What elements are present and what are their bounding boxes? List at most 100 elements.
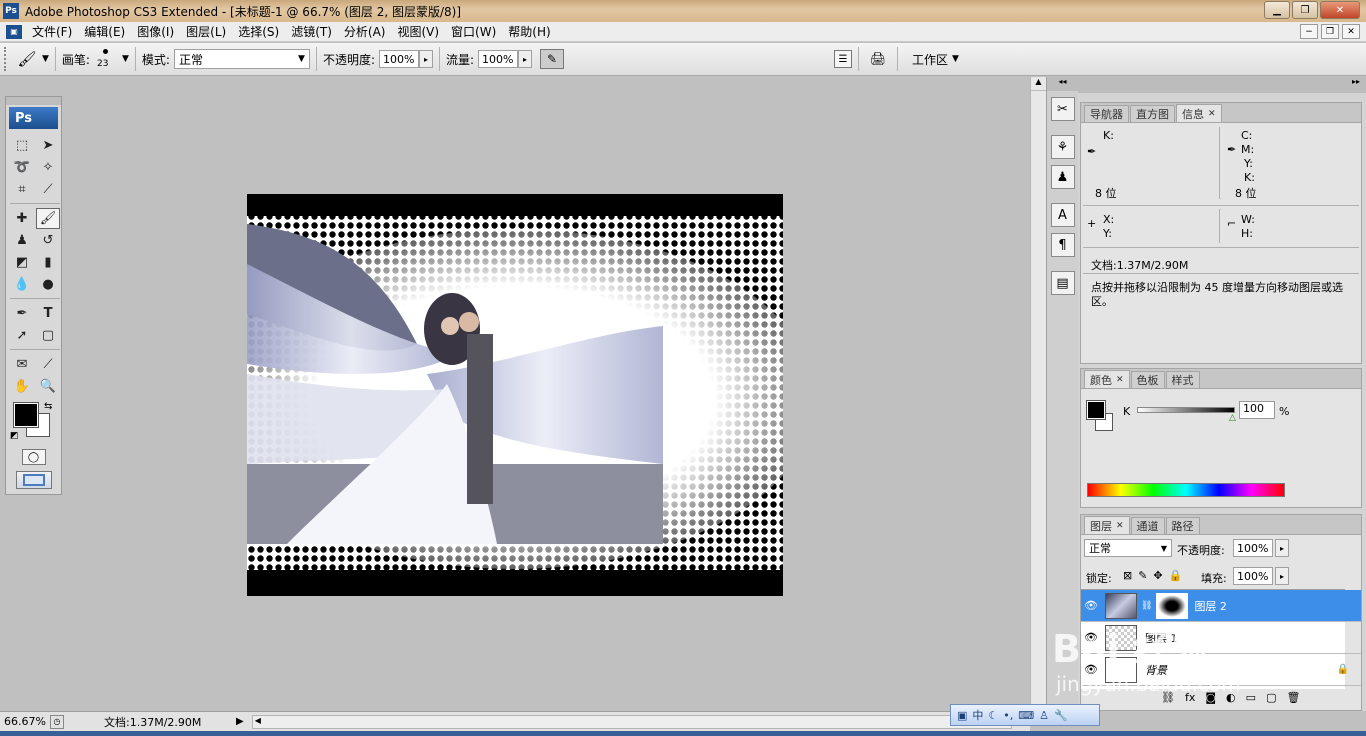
swap-colors-icon[interactable]: ⇆ [44,401,52,412]
brush-icon[interactable]: 🖌 [36,208,60,229]
brushes-icon[interactable]: ⚘ [1050,135,1075,159]
layer-comps-icon[interactable]: ▤ [1050,271,1075,295]
toolbox-header[interactable] [6,97,61,105]
layer-opacity-slider-button[interactable]: ▸ [1275,539,1289,557]
doc-minimize-button[interactable]: − [1300,24,1318,39]
opacity-input[interactable]: 100% [378,50,419,68]
lasso-icon[interactable]: ➰ [10,157,34,178]
tab-styles[interactable]: 样式 [1165,371,1200,388]
shape-icon[interactable]: ▢ [36,325,60,346]
menu-file[interactable]: 文件(F) [26,23,78,40]
tab-paths[interactable]: 路径 [1165,517,1200,534]
palette-well-icon[interactable]: ☰ [834,50,853,68]
pen-icon[interactable]: ✒ [10,303,34,324]
eye-icon[interactable]: 👁 [1081,599,1101,612]
new-group-icon[interactable]: ▭ [1246,691,1256,704]
doc-restore-button[interactable]: ❐ [1321,24,1339,39]
menu-edit[interactable]: 编辑(E) [78,23,131,40]
maximize-button[interactable]: ❐ [1292,1,1318,19]
healing-icon[interactable]: ✚ [10,208,34,229]
menu-window[interactable]: 窗口(W) [445,23,502,40]
tab-info[interactable]: 信息 ✕ [1176,104,1222,122]
dock-collapse-icon[interactable]: ◂◂ [1047,77,1078,91]
clone-stamp-icon[interactable]: ♟ [10,230,34,251]
brush-picker[interactable]: 23 [94,46,120,72]
options-grip[interactable] [4,47,12,71]
k-value-input[interactable]: 100 [1239,401,1275,419]
paragraph-icon[interactable]: ¶ [1050,233,1075,257]
marquee-icon[interactable]: ⬚ [10,135,34,156]
horizontal-scrollbar[interactable]: ◀ [251,714,1012,729]
lock-icons[interactable]: ⊠✎✥🔒 [1123,569,1188,582]
tool-preset-brush-icon[interactable]: 🖌 [12,50,42,68]
type-icon[interactable]: T [36,303,60,324]
wrench-icon[interactable]: 🔧 [1054,709,1068,722]
tab-histogram[interactable]: 直方图 [1130,105,1175,122]
magic-wand-icon[interactable]: ✧ [36,157,60,178]
menu-select[interactable]: 选择(S) [232,23,285,40]
menu-filter[interactable]: 滤镜(T) [285,23,338,40]
hand-icon[interactable]: ✋ [10,376,34,397]
mode-select[interactable]: 正常 ▼ [173,49,310,69]
scroll-up-icon[interactable]: ▲ [1031,77,1046,91]
clone-source-icon[interactable]: ♟ [1050,165,1075,189]
tool-presets-icon[interactable]: ✂ [1050,97,1075,121]
toolbox-logo[interactable]: Ps [9,107,58,129]
k-slider-track[interactable] [1137,407,1235,413]
ime-logo-icon[interactable]: ▣ [957,709,967,722]
moon-icon[interactable]: ☾ [988,709,998,722]
menu-help[interactable]: 帮助(H) [502,23,556,40]
opacity-slider-button[interactable]: ▸ [418,50,433,68]
menu-view[interactable]: 视图(V) [391,23,445,40]
foreground-color-swatch[interactable] [13,402,39,428]
user-icon[interactable]: ♙ [1039,709,1049,722]
punctuation-icon[interactable]: •, [1003,709,1013,722]
preset-dropdown-icon[interactable]: ▼ [42,54,49,64]
delete-layer-icon[interactable]: 🗑 [1286,691,1300,704]
flow-input[interactable]: 100% [478,50,519,68]
vertical-scrollbar[interactable]: ▲ [1030,77,1046,711]
zoom-icon[interactable]: 🔍 [36,376,60,397]
brush-dropdown-icon[interactable]: ▼ [122,54,129,64]
menu-layer[interactable]: 图层(L) [180,23,232,40]
chain-link-icon[interactable]: ⛓ [1141,601,1152,611]
screen-mode-icon[interactable] [15,471,52,489]
character-icon[interactable]: A [1050,203,1075,227]
document-icon[interactable]: ▣ [6,24,22,39]
menu-analysis[interactable]: 分析(A) [338,23,392,40]
airbrush-icon[interactable]: ✎ [540,49,565,69]
history-brush-icon[interactable]: ↺ [36,230,60,251]
new-layer-icon[interactable]: ▢ [1266,691,1276,704]
move-icon[interactable]: ➤ [36,135,60,156]
document-canvas[interactable] [247,194,783,596]
default-colors-icon[interactable]: ◩ [10,431,19,441]
ime-mode[interactable]: 中 [972,707,983,723]
dodge-icon[interactable]: ● [36,274,60,295]
eyedropper-icon[interactable]: ⟋ [36,354,60,375]
notes-icon[interactable]: ✉ [10,354,34,375]
quick-mask-icon[interactable]: ◯ [21,449,46,465]
fill-slider-button[interactable]: ▸ [1275,567,1289,585]
color-ramp[interactable] [1087,483,1285,497]
workspace-menu[interactable]: 工作区 ▼ [912,51,959,68]
close-icon[interactable]: ✕ [1116,375,1124,385]
flow-slider-button[interactable]: ▸ [518,50,533,68]
fill-input[interactable]: 100% [1233,567,1273,585]
close-button[interactable]: ✕ [1320,1,1360,19]
crop-icon[interactable]: ⌗ [10,179,34,200]
doc-close-button[interactable]: ✕ [1342,24,1360,39]
panels-collapse-icon[interactable]: ▸▸ [1078,77,1366,93]
color-fg-swatch[interactable] [1086,400,1106,420]
tab-navigator[interactable]: 导航器 [1084,105,1129,122]
tab-swatches[interactable]: 色板 [1130,371,1165,388]
zoom-level[interactable]: 66.67% [0,715,46,728]
keyboard-icon[interactable]: ⌨ [1018,709,1034,722]
eraser-icon[interactable]: ◩ [10,252,34,273]
gradient-icon[interactable]: ▮ [36,252,60,273]
menu-image[interactable]: 图像(I) [131,23,180,40]
status-arrow-icon[interactable]: ▶ [236,716,244,727]
close-icon[interactable]: ✕ [1116,521,1124,531]
slider-thumb-icon[interactable]: △ [1229,413,1236,423]
blur-icon[interactable]: 💧 [10,274,34,295]
minimize-button[interactable]: ▁ [1264,1,1290,19]
